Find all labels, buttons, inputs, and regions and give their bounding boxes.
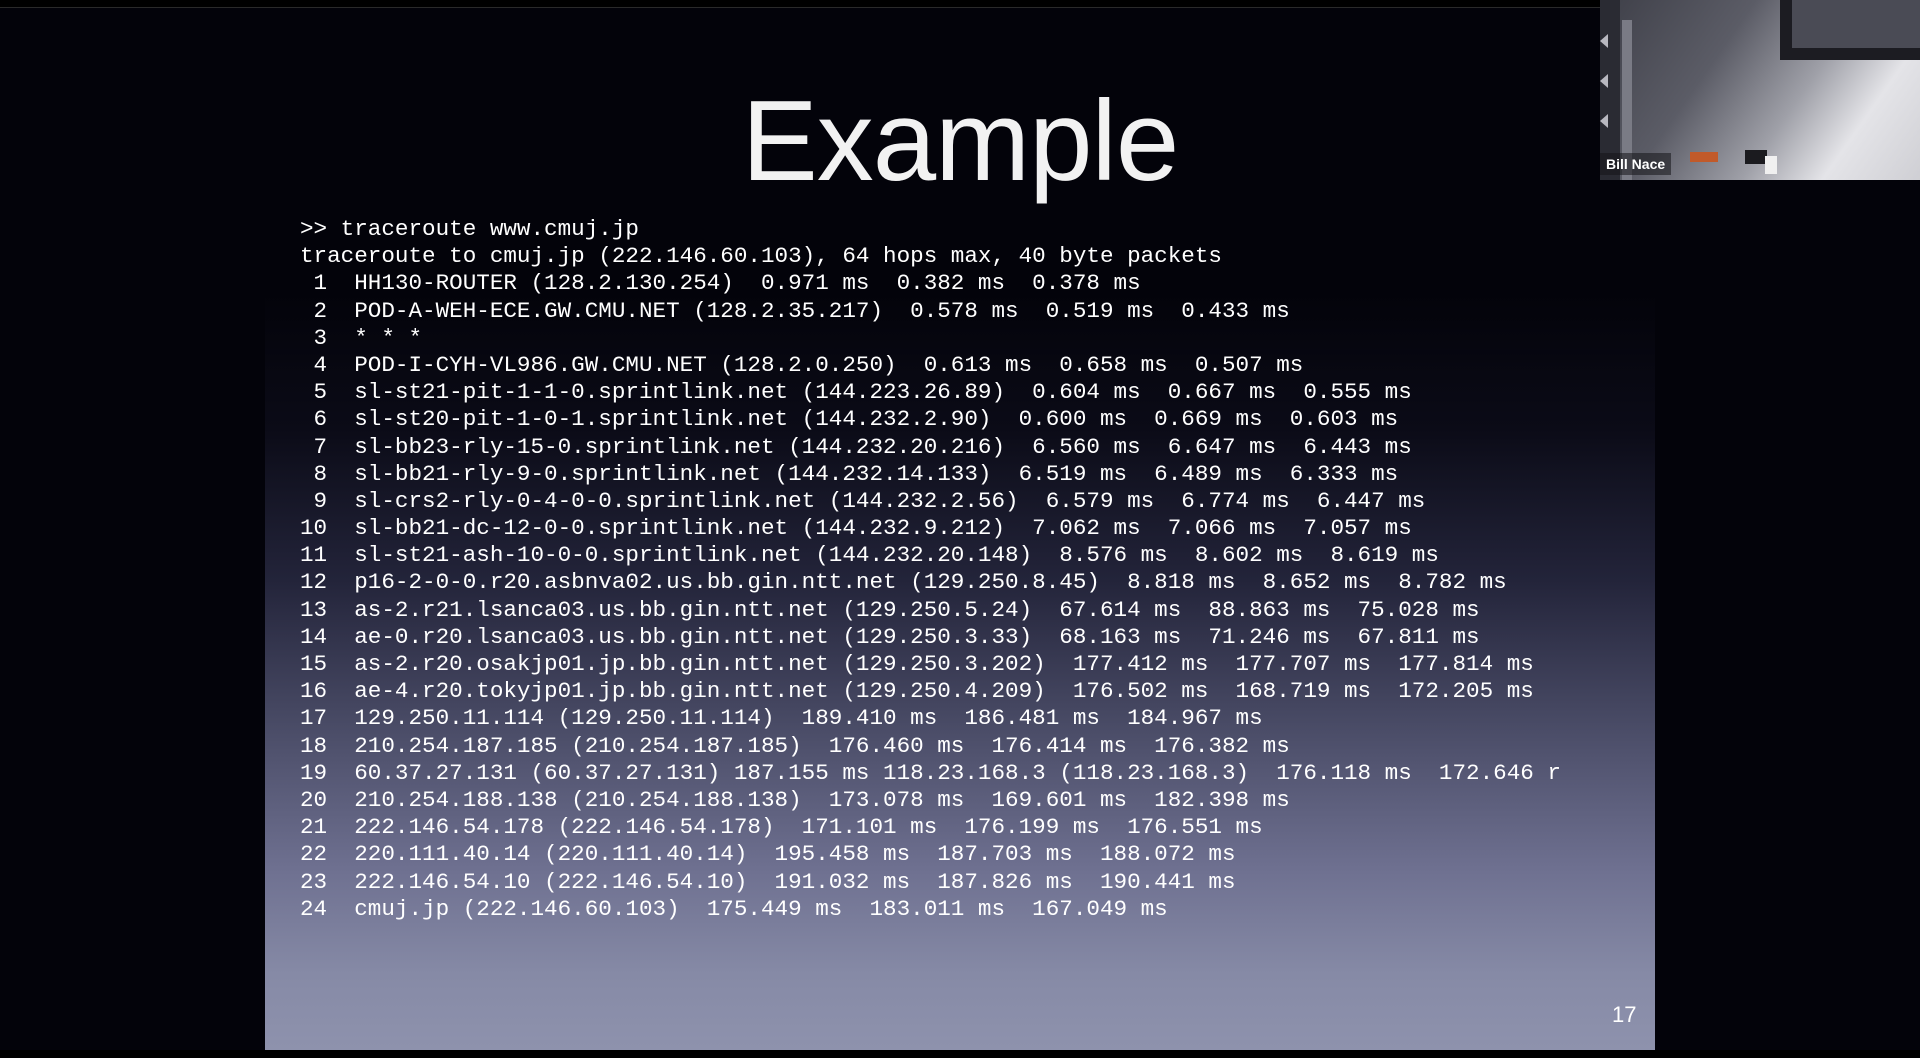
traceroute-hop-line: 4 POD-I-CYH-VL986.GW.CMU.NET (128.2.0.25… <box>300 351 1304 378</box>
screen: Example >> traceroute www.cmuj.jp tracero… <box>0 0 1920 1058</box>
slide-page-number: 17 <box>1612 1002 1637 1027</box>
traceroute-hop-line: 5 sl-st21-pit-1-1-0.sprintlink.net (144.… <box>300 379 1412 406</box>
video-desk-object <box>1745 150 1767 164</box>
traceroute-hop-line: 17 129.250.11.114 (129.250.11.114) 189.4… <box>300 705 1263 732</box>
video-desk-object <box>1690 152 1718 162</box>
traceroute-hop-line: 24 cmuj.jp (222.146.60.103) 175.449 ms 1… <box>300 895 1168 922</box>
participant-video-tile[interactable]: Bill Nace <box>1600 0 1920 180</box>
traceroute-hop-line: 22 220.111.40.14 (220.111.40.14) 195.458… <box>300 841 1236 868</box>
traceroute-hop-line: 12 p16-2-0-0.r20.asbnva02.us.bb.gin.ntt.… <box>300 569 1507 596</box>
video-arrow-marker <box>1600 34 1608 48</box>
video-arrow-marker <box>1600 74 1608 88</box>
participant-name: Bill Nace <box>1600 153 1672 175</box>
traceroute-hop-line: 2 POD-A-WEH-ECE.GW.CMU.NET (128.2.35.217… <box>300 297 1290 324</box>
traceroute-hop-line: 16 ae-4.r20.tokyjp01.jp.bb.gin.ntt.net (… <box>300 678 1534 705</box>
traceroute-hop-line: 9 sl-crs2-rly-0-4-0-0.sprintlink.net (14… <box>300 487 1426 514</box>
traceroute-hop-line: 18 210.254.187.185 (210.254.187.185) 176… <box>300 732 1290 759</box>
video-desk-object <box>1765 156 1777 174</box>
traceroute-hop-line: 11 sl-st21-ash-10-0-0.sprintlink.net (14… <box>300 542 1439 569</box>
traceroute-hop-line: 10 sl-bb21-dc-12-0-0.sprintlink.net (144… <box>300 515 1412 542</box>
traceroute-hop-line: 20 210.254.188.138 (210.254.188.138) 173… <box>300 786 1290 813</box>
traceroute-hop-line: 13 as-2.r21.lsanca03.us.bb.gin.ntt.net (… <box>300 596 1480 623</box>
traceroute-hop-line: 3 * * * <box>300 324 423 351</box>
terminal-output: >> traceroute www.cmuj.jp traceroute to c… <box>300 216 1561 923</box>
traceroute-hop-line: 15 as-2.r20.osakjp01.jp.bb.gin.ntt.net (… <box>300 651 1534 677</box>
traceroute-hop-line: 23 222.146.54.10 (222.146.54.10) 191.032… <box>300 868 1236 895</box>
terminal-header-line: traceroute to cmuj.jp (222.146.60.103), … <box>300 243 1222 270</box>
video-arrow-marker <box>1600 114 1608 128</box>
terminal-command-line: >> traceroute www.cmuj.jp <box>300 216 639 242</box>
traceroute-hop-line: 19 60.37.27.131 (60.37.27.131) 187.155 m… <box>300 759 1561 786</box>
traceroute-hop-line: 14 ae-0.r20.lsanca03.us.bb.gin.ntt.net (… <box>300 623 1480 650</box>
traceroute-hop-line: 6 sl-st20-pit-1-0-1.sprintlink.net (144.… <box>300 406 1399 433</box>
traceroute-hop-line: 8 sl-bb21-rly-9-0.sprintlink.net (144.23… <box>300 460 1399 487</box>
traceroute-hop-line: 7 sl-bb23-rly-15-0.sprintlink.net (144.2… <box>300 433 1412 460</box>
traceroute-hop-line: 1 HH130-ROUTER (128.2.130.254) 0.971 ms … <box>300 270 1141 297</box>
traceroute-hop-line: 21 222.146.54.178 (222.146.54.178) 171.1… <box>300 814 1263 841</box>
video-wall-frame-inner <box>1792 0 1920 48</box>
